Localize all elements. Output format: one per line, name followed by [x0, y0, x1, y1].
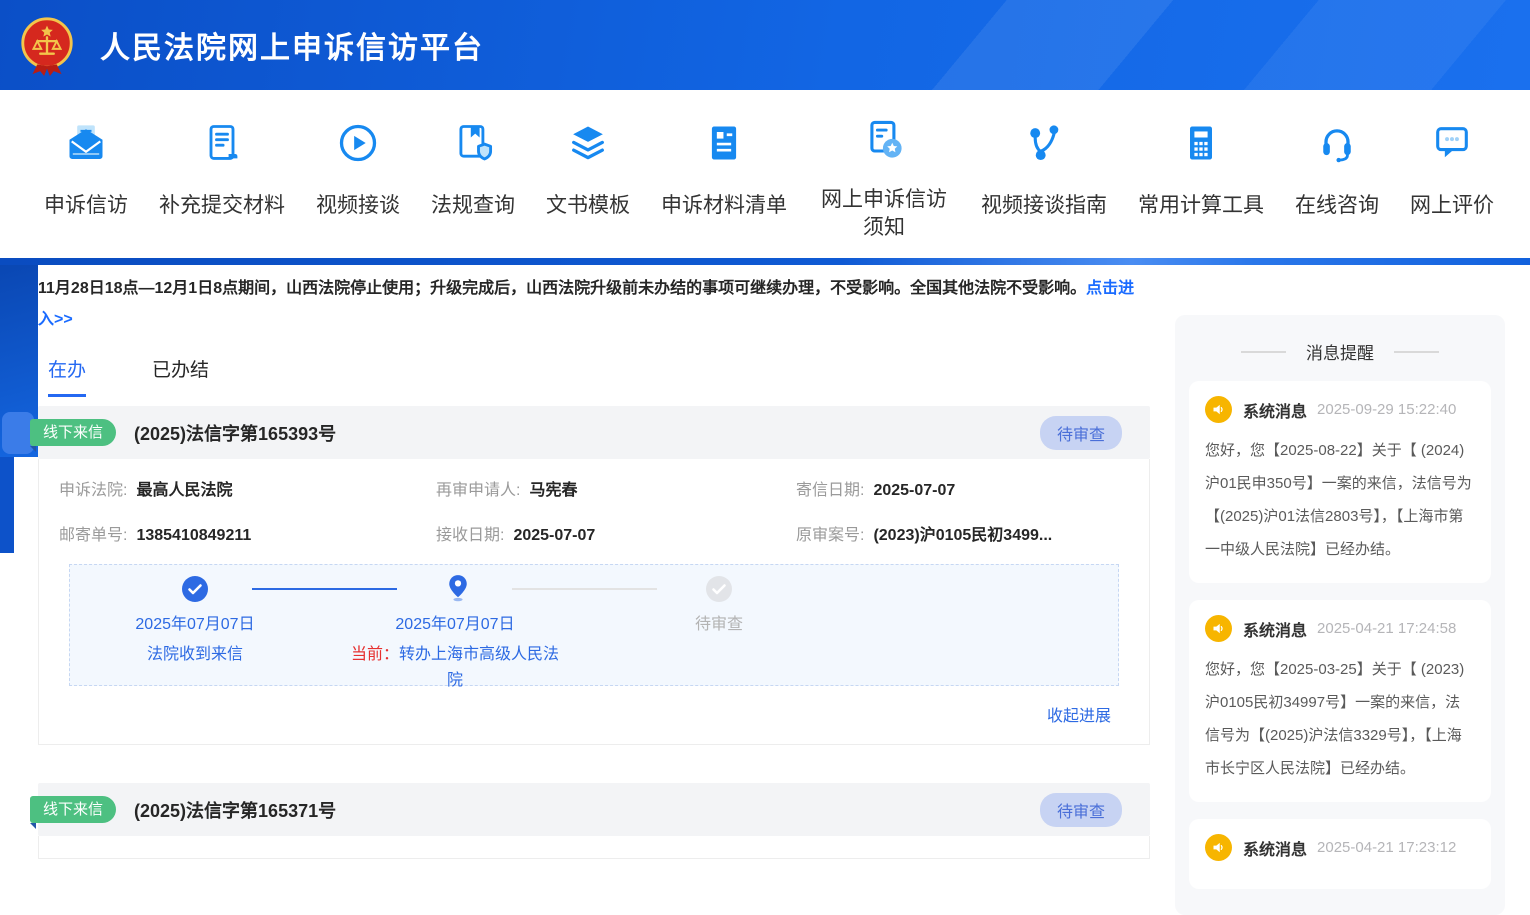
offline-letter-tag: 线下来信 [30, 419, 116, 446]
nav-item-supplement-materials[interactable]: 补充提交材料 [159, 120, 285, 220]
book-shield-icon [451, 120, 495, 166]
nav-item-label: 在线咨询 [1295, 192, 1379, 220]
message-header: 系统消息 2025-09-29 15:22:40 [1205, 396, 1475, 423]
app-header: 人民法院网上申诉信访平台 [0, 0, 1530, 90]
maintenance-notice: 11月28日18点—12月1日8点期间，山西法院停止使用；升级完成后，山西法院升… [38, 265, 1150, 335]
title-dash-left [1241, 351, 1286, 353]
court-emblem-logo [16, 14, 78, 76]
timeline-connector-done [252, 588, 397, 590]
document-star-icon [862, 120, 906, 160]
list-icon [702, 120, 746, 166]
nav-item-label: 视频接谈 [316, 192, 400, 220]
nav-item-label: 视频接谈指南 [981, 192, 1107, 220]
message-type: 系统消息 [1243, 398, 1307, 422]
background-band [0, 258, 1530, 265]
message-body: 您好，您【2025-03-25】关于【 (2023) 沪0105民初34997号… [1205, 653, 1475, 785]
status-badge: 待审查 [1040, 793, 1122, 827]
timeline-step-received: 2025年07月07日 法院收到来信 [105, 612, 285, 668]
message-card[interactable]: 系统消息 2025-04-21 17:23:12 [1189, 819, 1491, 889]
collapse-progress-link[interactable]: 收起进展 [1047, 708, 1111, 725]
field-original-case-no: 原审案号:(2023)沪0105民初3499... [796, 521, 1129, 545]
nav-item-online-appeal-notice[interactable]: 网上申诉信访须知 [818, 120, 950, 243]
nav-item-label: 常用计算工具 [1138, 192, 1264, 220]
message-time: 2025-04-21 17:24:58 [1317, 620, 1456, 637]
timeline-step-pending-review: 待审查 [659, 612, 779, 638]
nav-item-calc-tools[interactable]: 常用计算工具 [1138, 120, 1264, 220]
nav-item-label: 申诉信访 [44, 192, 128, 220]
nav-item-label: 网上申诉信访须知 [818, 186, 950, 243]
nav-item-video-guide[interactable]: 视频接谈指南 [981, 120, 1107, 220]
message-body: 您好，您【2025-08-22】关于【 (2024) 沪01民申350号】一案的… [1205, 434, 1475, 566]
offline-letter-tag: 线下来信 [30, 796, 116, 823]
nav-item-appeal[interactable]: 申诉信访 [44, 120, 128, 220]
message-card[interactable]: 系统消息 2025-04-21 17:24:58 您好，您【2025-03-25… [1189, 600, 1491, 802]
message-card[interactable]: 系统消息 2025-09-29 15:22:40 您好，您【2025-08-22… [1189, 381, 1491, 583]
field-tracking-number: 邮寄单号:1385410849211 [59, 521, 436, 545]
nav-item-label: 补充提交材料 [159, 192, 285, 220]
check-circle-icon [182, 576, 208, 602]
case-number: (2025)法信字第165371号 [134, 797, 336, 823]
status-badge: 待审查 [1040, 416, 1122, 450]
message-sidebar: 消息提醒 系统消息 2025-09-29 15:22:40 您好，您【2025-… [1175, 315, 1505, 915]
case-card: 线下来信 (2025)法信字第165371号 待审查 [38, 783, 1150, 859]
current-label: 当前： [351, 646, 399, 663]
tab-in-progress[interactable]: 在办 [48, 355, 86, 397]
speaker-icon [1205, 615, 1232, 642]
message-time: 2025-09-29 15:22:40 [1317, 401, 1456, 418]
field-retrial-applicant: 再审申请人:马宪春 [436, 476, 796, 500]
collapse-row: 收起进展 [59, 686, 1129, 740]
case-tabs: 在办 已办结 [38, 355, 1150, 397]
message-header: 系统消息 2025-04-21 17:24:58 [1205, 615, 1475, 642]
message-time: 2025-04-21 17:23:12 [1317, 839, 1456, 856]
case-card-body: 申诉法院:最高人民法院 再审申请人:马宪春 寄信日期:2025-07-07 邮寄… [38, 459, 1150, 745]
nav-item-material-list[interactable]: 申诉材料清单 [661, 120, 787, 220]
nav-item-label: 申诉材料清单 [661, 192, 787, 220]
sidebar-title: 消息提醒 [1306, 339, 1374, 364]
main-content: 11月28日18点—12月1日8点期间，山西法院停止使用；升级完成后，山西法院升… [38, 265, 1150, 859]
check-circle-gray-icon [706, 576, 732, 602]
nav-item-label: 文书模板 [546, 192, 630, 220]
timeline-connector-pending [512, 588, 657, 590]
progress-timeline: 2025年07月07日 法院收到来信 2025年07月07日 当前：转办上海市高… [69, 564, 1119, 686]
case-card-body [38, 836, 1150, 859]
location-pin-icon [446, 573, 470, 603]
nav-item-doc-templates[interactable]: 文书模板 [546, 120, 630, 220]
nav-item-online-review[interactable]: 网上评价 [1410, 120, 1494, 220]
timeline-step-current: 2025年07月07日 当前：转办上海市高级人民法院 [348, 612, 562, 694]
document-icon [200, 120, 244, 166]
play-circle-icon [336, 120, 380, 166]
mail-icon [64, 120, 108, 166]
sidebar-title-row: 消息提醒 [1175, 339, 1505, 364]
nav-item-online-consult[interactable]: 在线咨询 [1295, 120, 1379, 220]
message-header: 系统消息 2025-04-21 17:23:12 [1205, 834, 1475, 861]
left-background-deco-strip [0, 457, 14, 553]
nav-item-label: 网上评价 [1410, 192, 1494, 220]
case-card-header[interactable]: 线下来信 (2025)法信字第165393号 待审查 [38, 406, 1150, 459]
field-appeal-court: 申诉法院:最高人民法院 [59, 476, 436, 500]
message-type: 系统消息 [1243, 617, 1307, 641]
tab-completed[interactable]: 已办结 [152, 355, 209, 397]
speaker-icon [1205, 396, 1232, 423]
speaker-icon [1205, 834, 1232, 861]
nav-item-label: 法规查询 [431, 192, 515, 220]
case-card-header[interactable]: 线下来信 (2025)法信字第165371号 待审查 [38, 783, 1150, 836]
calculator-icon [1179, 120, 1223, 166]
main-nav: 申诉信访 补充提交材料 视频接谈 法规查询 文书模板 申诉材料清单 [12, 90, 1530, 258]
title-dash-right [1394, 351, 1439, 353]
case-card: 线下来信 (2025)法信字第165393号 待审查 申诉法院:最高人民法院 再… [38, 406, 1150, 745]
branch-icon [1022, 120, 1066, 166]
field-mail-date: 寄信日期:2025-07-07 [796, 476, 1129, 500]
headset-icon [1315, 120, 1359, 166]
chat-dots-icon [1430, 120, 1474, 166]
notice-text: 11月28日18点—12月1日8点期间，山西法院停止使用；升级完成后，山西法院升… [38, 280, 1086, 297]
message-type: 系统消息 [1243, 836, 1307, 860]
page-title: 人民法院网上申诉信访平台 [100, 23, 484, 67]
field-receive-date: 接收日期:2025-07-07 [436, 521, 796, 545]
layers-icon [566, 120, 610, 166]
nav-item-law-search[interactable]: 法规查询 [431, 120, 515, 220]
case-number: (2025)法信字第165393号 [134, 420, 336, 446]
case-fields: 申诉法院:最高人民法院 再审申请人:马宪春 寄信日期:2025-07-07 邮寄… [59, 476, 1129, 545]
nav-item-video-interview[interactable]: 视频接谈 [316, 120, 400, 220]
